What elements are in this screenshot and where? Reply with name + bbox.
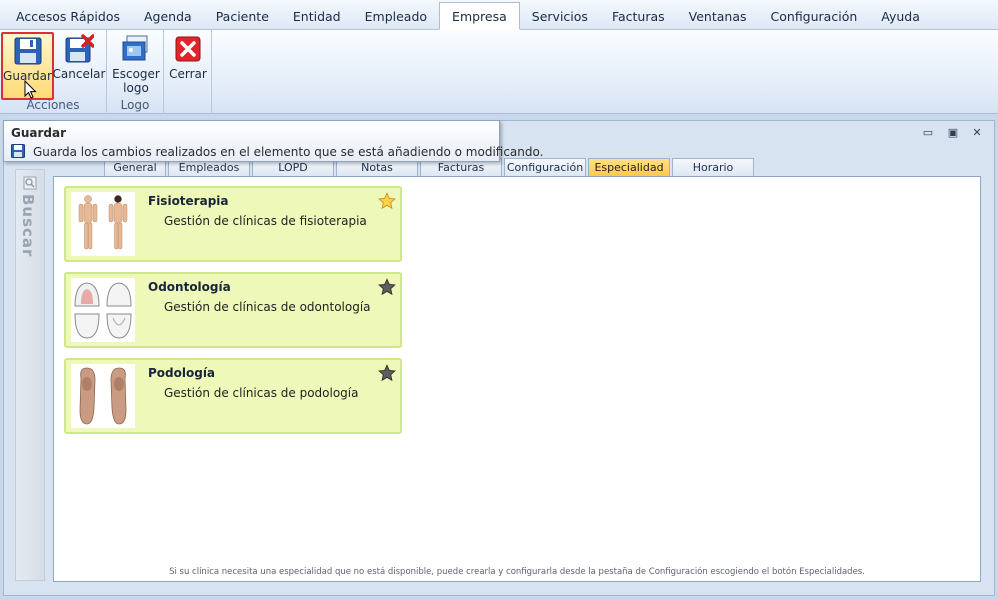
minimize-icon[interactable]: ▭ [921,127,935,139]
star-icon[interactable] [378,364,396,382]
feet-image [71,364,135,428]
menu-tab-accesos-rapidos[interactable]: Accesos Rápidos [4,3,132,29]
star-icon[interactable] [378,278,396,296]
specialty-panel: Fisioterapia Gestión de clínicas de fisi… [53,176,981,582]
teeth-image [71,278,135,342]
menu-tab-paciente[interactable]: Paciente [204,3,281,29]
floppy-disk-cancel-icon [65,34,94,63]
close-button[interactable]: Cerrar [167,32,209,81]
tooltip-text: Guarda los cambios realizados en el elem… [33,145,544,159]
menu-tab-ayuda[interactable]: Ayuda [869,3,932,29]
menu-tab-entidad[interactable]: Entidad [281,3,353,29]
specialty-card-fisioterapia[interactable]: Fisioterapia Gestión de clínicas de fisi… [64,186,402,262]
star-favorite-icon[interactable] [378,192,396,210]
tab-horario[interactable]: Horario [672,158,754,176]
search-sidebar-label: Buscar [19,194,37,258]
specialty-description: Gestión de clínicas de fisioterapia [164,214,367,228]
specialty-description: Gestión de clínicas de podología [164,386,359,400]
close-icon [175,36,201,62]
close-button-label: Cerrar [169,67,207,81]
tab-especialidad[interactable]: Especialidad [588,158,670,176]
image-folder-icon [122,35,148,61]
floppy-disk-icon [14,37,41,65]
body-anatomy-image [71,192,135,256]
footnote: Si su clínica necesita una especialidad … [169,567,865,577]
menu-tab-ventanas[interactable]: Ventanas [677,3,759,29]
cancel-button[interactable]: Cancelar [52,32,106,81]
ribbon-group-label-acciones: Acciones [26,98,80,112]
tooltip-title: Guardar [11,126,67,140]
search-icon [23,176,37,190]
menu-tab-servicios[interactable]: Servicios [520,3,600,29]
specialty-title: Odontología [148,280,231,294]
menu-tab-empresa[interactable]: Empresa [439,2,520,30]
restore-icon[interactable]: ▣ [946,127,960,139]
company-window: ▭ ▣ ✕ Buscar General Empleados LOPD Nota… [3,120,995,596]
specialty-title: Podología [148,366,216,380]
ribbon-group-close: Cerrar [164,30,212,114]
floppy-disk-icon [11,144,25,158]
choose-logo-label-1: Escoger [112,67,160,81]
mouse-cursor-icon [24,80,37,99]
menu-tab-empleado[interactable]: Empleado [353,3,439,29]
menu-tab-configuracion[interactable]: Configuración [759,3,870,29]
specialty-card-podologia[interactable]: Podología Gestión de clínicas de podolog… [64,358,402,434]
window-close-icon[interactable]: ✕ [970,127,984,139]
choose-logo-button[interactable]: Escoger logo [111,32,161,95]
cancel-button-label: Cancelar [52,67,106,81]
tab-configuracion[interactable]: Configuración [504,158,586,176]
ribbon: Guardar Cancelar Acciones Escoger logo L… [0,30,998,114]
specialty-description: Gestión de clínicas de odontología [164,300,371,314]
menu-tab-agenda[interactable]: Agenda [132,3,204,29]
ribbon-group-acciones: Guardar Cancelar Acciones [0,30,107,114]
save-tooltip: Guardar Guarda los cambios realizados en… [3,120,543,162]
specialty-title: Fisioterapia [148,194,229,208]
search-sidebar[interactable]: Buscar [15,169,45,581]
ribbon-group-label-logo: Logo [120,98,150,112]
choose-logo-label-2: logo [123,81,149,95]
menu-tab-facturas[interactable]: Facturas [600,3,677,29]
specialty-card-odontologia[interactable]: Odontología Gestión de clínicas de odont… [64,272,402,348]
menu-bar: Accesos Rápidos Agenda Paciente Entidad … [0,0,998,30]
ribbon-group-logo: Escoger logo Logo [107,30,164,114]
